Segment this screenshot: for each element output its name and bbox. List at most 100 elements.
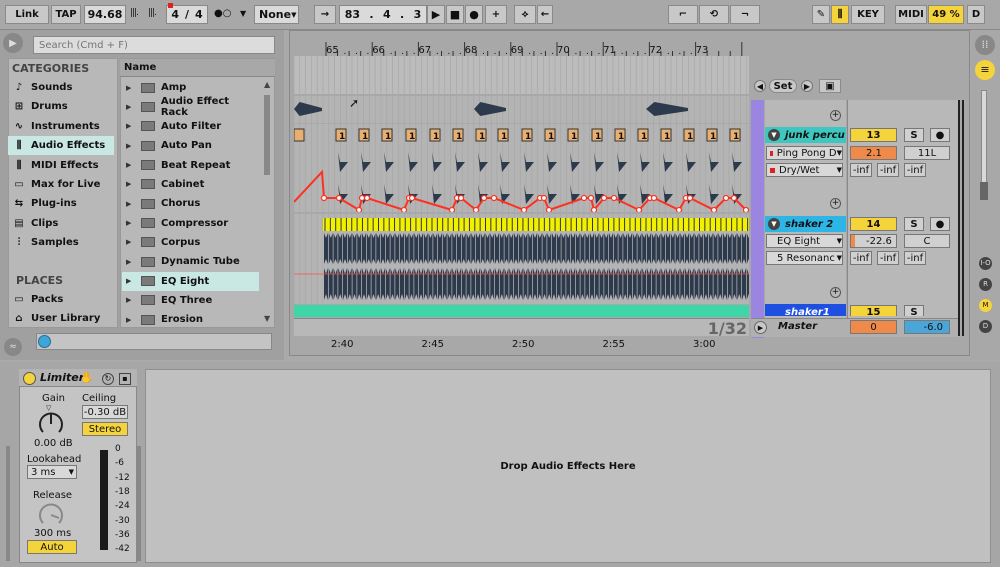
expand-triangle-icon[interactable]: ▶ — [126, 316, 135, 324]
nudge-icon[interactable]: |||. — [130, 8, 146, 22]
loop-brace[interactable] — [751, 100, 764, 338]
clip-header[interactable]: 1 — [706, 128, 718, 142]
clip-header[interactable]: 1 — [429, 128, 441, 142]
track-activator-13[interactable]: 13 — [850, 128, 897, 142]
place-packs[interactable]: ▭ Packs — [8, 290, 114, 309]
arrangement-view-icon[interactable]: ≡ — [975, 60, 995, 80]
grid-view-icon[interactable]: ⁞⁞ — [975, 35, 995, 55]
expand-triangle-icon[interactable]: ▶ — [126, 258, 135, 266]
hot-swap-icon[interactable]: ↻ — [102, 373, 114, 385]
solo-button[interactable]: S — [904, 217, 924, 231]
browser-item[interactable]: ▶ EQ Eight — [122, 271, 259, 291]
expand-triangle-icon[interactable]: ▶ — [126, 277, 135, 285]
key-map-button[interactable]: KEY — [851, 5, 885, 24]
stereo-button[interactable]: Stereo — [82, 422, 128, 436]
track-lane-junk-percu[interactable]: 1 1 1 1 1 1 1 1 1 1 1 1 1 1 1 1 1 1 — [294, 124, 749, 212]
chevron-down-icon[interactable]: ▼ — [240, 9, 246, 18]
punch-in-icon[interactable]: ⌐ — [668, 5, 698, 24]
follow-icon[interactable]: → — [314, 5, 336, 24]
headphones-preview-icon[interactable] — [38, 335, 51, 348]
clip-header[interactable]: 1 — [475, 128, 487, 142]
expand-triangle-icon[interactable]: ▶ — [126, 200, 135, 208]
category-midi-effects[interactable]: ⫼ MIDI Effects — [8, 156, 114, 175]
clip-header[interactable]: 1 — [497, 128, 509, 142]
overdub-icon[interactable]: + — [485, 5, 507, 24]
sidebar-button-r[interactable]: R — [979, 278, 992, 291]
clip-header[interactable]: 1 — [637, 128, 649, 142]
browser-toggle-icon[interactable]: ▶ — [3, 33, 23, 53]
auto-release-button[interactable]: Auto — [27, 540, 77, 554]
clip-header[interactable]: 1 — [729, 128, 741, 142]
gain-knob[interactable] — [38, 411, 64, 437]
solo-button[interactable]: S — [904, 128, 924, 142]
send-a-field[interactable]: -inf — [850, 163, 872, 177]
master-pan-field[interactable]: -6.0 — [904, 320, 950, 334]
pencil-icon[interactable]: ✎ — [812, 5, 830, 24]
track-lane-shaker1[interactable] — [294, 305, 749, 317]
track-header-shaker1[interactable]: shaker1 — [765, 304, 846, 316]
pan-field[interactable]: C — [904, 234, 950, 248]
time-ruler[interactable]: 1/32 — [294, 318, 749, 338]
arm-record-icon[interactable]: ● — [930, 217, 950, 231]
send-b-field[interactable]: -inf — [877, 163, 899, 177]
expand-triangle-icon[interactable]: ▶ — [126, 142, 135, 150]
clip-header[interactable]: 1 — [660, 128, 672, 142]
search-input[interactable] — [33, 36, 275, 54]
expand-triangle-icon[interactable]: ▶ — [126, 103, 135, 111]
category-max-for-live[interactable]: ▭ Max for Live — [8, 175, 114, 194]
play-icon[interactable]: ▶ — [754, 321, 767, 334]
device-chooser[interactable]: Ping Pong D ▼ — [766, 146, 843, 160]
quantize-select[interactable]: None ▼ — [254, 5, 299, 24]
scroll-up-icon[interactable]: ▲ — [264, 80, 270, 89]
parameter-chooser[interactable]: Dry/Wet ▼ — [766, 163, 843, 177]
expand-triangle-icon[interactable]: ▶ — [126, 180, 135, 188]
groove-pool-icon[interactable]: ≈ — [4, 338, 22, 356]
lock-icon[interactable]: ▣ — [819, 79, 841, 93]
metronome-icon[interactable]: ●○ — [214, 8, 231, 19]
ceiling-field[interactable]: -0.30 dB — [82, 405, 128, 419]
send-b-field[interactable]: -inf — [877, 251, 899, 265]
clip-header[interactable]: 1 — [614, 128, 626, 142]
track-activator-14[interactable]: 14 — [850, 217, 897, 231]
clip-header[interactable]: 1 — [591, 128, 603, 142]
prev-locator-icon[interactable]: ◀ — [754, 80, 766, 92]
arm-record-icon[interactable]: ● — [930, 128, 950, 142]
clip-header[interactable]: 1 — [358, 128, 370, 142]
browser-scrollbar[interactable] — [264, 95, 270, 175]
set-locator-button[interactable]: Set — [769, 79, 797, 93]
browser-item[interactable]: ▶ EQ Three — [122, 291, 259, 310]
expand-triangle-icon[interactable]: ▶ — [126, 238, 135, 246]
song-position[interactable]: 83. 4. 3 — [339, 5, 427, 24]
category-clips[interactable]: ▤ Clips — [8, 214, 114, 233]
clip-header[interactable] — [294, 128, 305, 142]
browser-item[interactable]: ▶ Beat Repeat — [122, 155, 259, 174]
browser-item[interactable]: ▶ Compressor — [122, 213, 259, 232]
expand-triangle-icon[interactable]: ▶ — [126, 161, 135, 169]
save-preset-icon[interactable]: ▪ — [119, 373, 131, 385]
stop-icon[interactable]: ■ — [446, 5, 464, 24]
clip-header[interactable]: 1 — [544, 128, 556, 142]
clip-header[interactable]: 1 — [521, 128, 533, 142]
midi-map-button[interactable]: MIDI — [895, 5, 927, 24]
volume-field[interactable]: -22.6 — [850, 234, 897, 248]
sidebar-button-i-o[interactable]: I-O — [979, 257, 992, 270]
keyboard-icon[interactable]: ⫼ — [831, 5, 849, 24]
automation-arm-icon[interactable]: ⟡ — [514, 5, 536, 24]
category-sounds[interactable]: ♪ Sounds — [8, 78, 114, 97]
browser-item[interactable]: ▶ Dynamic Tube — [122, 252, 259, 271]
expand-triangle-icon[interactable]: ▶ — [126, 296, 135, 304]
send-c-field[interactable]: -inf — [904, 251, 926, 265]
effects-drop-zone[interactable]: Drop Audio Effects Here — [145, 369, 991, 563]
parameter-chooser[interactable]: 5 Resonanc ▼ — [766, 251, 843, 265]
solo-button[interactable]: S — [904, 305, 924, 316]
clip-header[interactable]: 1 — [381, 128, 393, 142]
link-button[interactable]: Link — [5, 5, 49, 24]
sidebar-button-m[interactable]: M — [979, 299, 992, 312]
clip-header[interactable]: 1 — [405, 128, 417, 142]
send-c-field[interactable]: -inf — [904, 163, 926, 177]
category-samples[interactable]: ⫶ Samples — [8, 233, 114, 252]
nudge-up-icon[interactable]: |||. — [148, 8, 164, 22]
clip-header[interactable]: 1 — [335, 128, 347, 142]
send-a-field[interactable]: -inf — [850, 251, 872, 265]
browser-item[interactable]: ▶ Chorus — [122, 194, 259, 213]
